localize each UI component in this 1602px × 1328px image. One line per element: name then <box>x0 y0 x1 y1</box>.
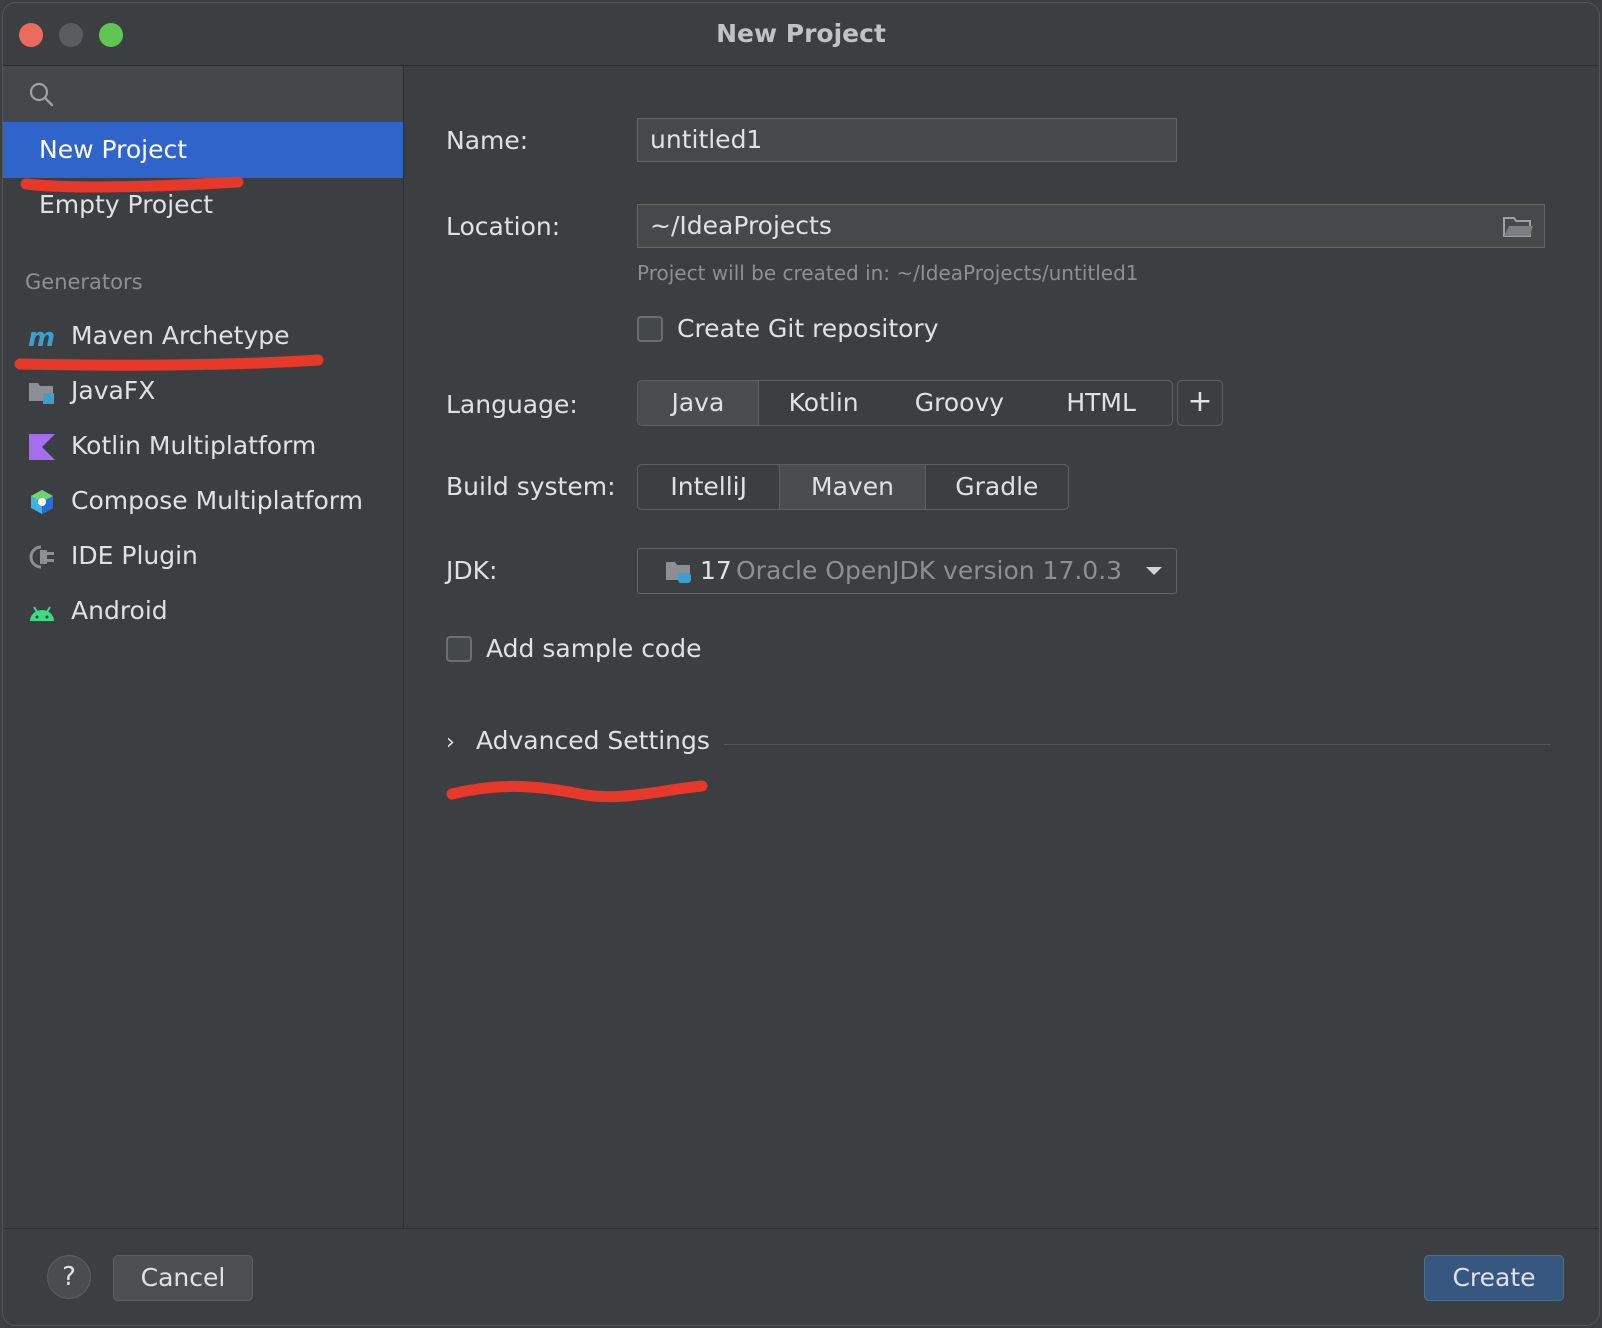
plugin-icon <box>29 545 54 569</box>
maven-icon: m <box>28 323 55 352</box>
sidebar-item-javafx[interactable]: JavaFX <box>3 363 403 419</box>
sidebar-item-kotlin-multiplatform[interactable]: Kotlin Multiplatform <box>3 418 403 474</box>
sidebar-item-ide-plugin[interactable]: IDE Plugin <box>3 528 403 584</box>
sidebar-item-label: Kotlin Multiplatform <box>71 431 317 460</box>
jdk-folder-icon <box>666 562 691 583</box>
sidebar-item-label: Empty Project <box>39 190 214 219</box>
project-settings-form: Name: untitled1 Location: ~/IdeaProjects… <box>404 66 1599 1228</box>
add-sample-code-label: Add sample code <box>486 634 702 663</box>
jdk-version: 17 <box>700 556 732 585</box>
language-option-html[interactable]: HTML <box>1030 381 1172 425</box>
location-hint: Project will be created in: ~/IdeaProjec… <box>637 261 1139 285</box>
location-label: Location: <box>446 212 561 241</box>
build-system-selector: IntelliJ Maven Gradle <box>637 464 1069 510</box>
location-value: ~/IdeaProjects <box>650 211 832 240</box>
add-sample-code-checkbox[interactable] <box>446 636 472 662</box>
build-option-intellij[interactable]: IntelliJ <box>638 465 781 509</box>
sidebar-item-empty-project[interactable]: Empty Project <box>3 177 403 233</box>
advanced-settings-divider <box>724 744 1551 745</box>
language-option-java[interactable]: Java <box>638 381 759 425</box>
location-field[interactable]: ~/IdeaProjects <box>637 204 1545 248</box>
jdk-label: JDK: <box>446 556 498 585</box>
jdk-description: Oracle OpenJDK version 17.0.3 <box>736 556 1123 585</box>
create-button[interactable]: Create <box>1424 1255 1564 1301</box>
sidebar-item-label: Compose Multiplatform <box>71 486 363 515</box>
android-icon <box>30 606 54 621</box>
help-button[interactable]: ? <box>47 1255 91 1299</box>
sidebar-search-field[interactable] <box>3 66 403 122</box>
generators-header: Generators <box>25 270 143 294</box>
chevron-down-icon <box>1146 567 1162 575</box>
title-bar: New Project <box>3 3 1599 66</box>
svg-text:m: m <box>28 323 55 352</box>
sidebar-item-label: IDE Plugin <box>71 541 198 570</box>
kotlin-icon <box>29 434 55 460</box>
language-option-kotlin[interactable]: Kotlin <box>759 381 889 425</box>
build-option-maven[interactable]: Maven <box>780 465 926 509</box>
javafx-icon <box>29 383 54 404</box>
build-option-gradle[interactable]: Gradle <box>926 465 1068 509</box>
advanced-settings-toggle[interactable]: › Advanced Settings <box>446 726 710 755</box>
sidebar-item-compose-multiplatform[interactable]: Compose Multiplatform <box>3 473 403 529</box>
create-git-checkbox[interactable] <box>637 316 663 342</box>
folder-icon[interactable] <box>1502 214 1534 240</box>
jdk-dropdown[interactable]: 17 Oracle OpenJDK version 17.0.3 <box>637 548 1177 594</box>
search-icon <box>29 82 54 107</box>
sidebar-item-label: Maven Archetype <box>71 321 290 350</box>
sidebar: New Project Empty Project Generators m M… <box>3 66 404 1228</box>
name-label: Name: <box>446 126 529 155</box>
create-git-label: Create Git repository <box>677 314 939 343</box>
sidebar-item-new-project[interactable]: New Project <box>3 122 403 178</box>
chevron-right-icon: › <box>446 730 455 755</box>
compose-icon <box>31 490 53 514</box>
build-system-label: Build system: <box>446 472 616 501</box>
sidebar-item-label: New Project <box>39 135 188 164</box>
language-label: Language: <box>446 390 578 419</box>
sidebar-item-label: Android <box>71 596 168 625</box>
language-option-groovy[interactable]: Groovy <box>889 381 1031 425</box>
sidebar-item-label: JavaFX <box>71 376 156 405</box>
plus-icon: + <box>1187 384 1213 419</box>
window-title: New Project <box>716 19 886 48</box>
sidebar-item-android[interactable]: Android <box>3 583 403 639</box>
dialog-footer: ? Cancel Create <box>3 1228 1599 1325</box>
name-field[interactable]: untitled1 <box>637 118 1177 162</box>
language-selector: Java Kotlin Groovy HTML <box>637 380 1173 426</box>
advanced-settings-label: Advanced Settings <box>475 726 710 755</box>
new-project-dialog: New Project New Project Empty Project Ge… <box>2 2 1600 1326</box>
sidebar-item-maven-archetype[interactable]: m Maven Archetype <box>3 308 403 364</box>
cancel-button[interactable]: Cancel <box>113 1255 253 1301</box>
add-language-button[interactable]: + <box>1177 380 1223 426</box>
